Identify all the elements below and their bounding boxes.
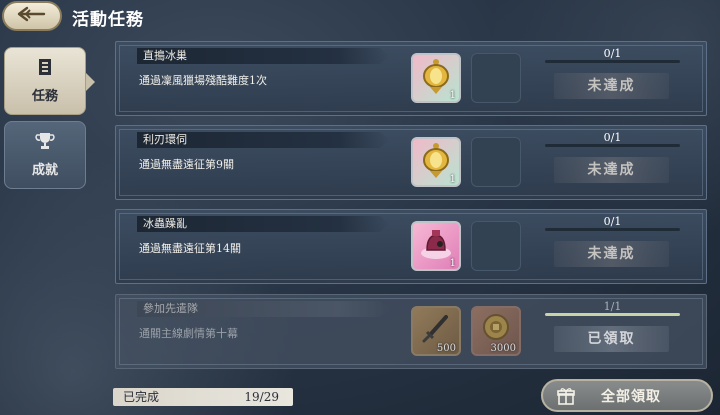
- golden-lantern-icon: [419, 141, 453, 183]
- claim-all-label: 全部領取: [601, 388, 661, 405]
- task-name: 參加先遣隊: [137, 301, 390, 317]
- task-row: 利刃環伺 通過無盡遠征第9關 1 0/1 未達成: [115, 125, 707, 200]
- task-name: 冰蟲躁亂: [137, 216, 390, 232]
- progress-text: 0/1: [603, 47, 622, 60]
- empty-reward-slot: [471, 221, 521, 271]
- progress-bar: [545, 313, 680, 316]
- reward-slot[interactable]: 1: [411, 221, 461, 271]
- completed-value: 19/29: [244, 390, 279, 404]
- empty-reward-slot: [471, 53, 521, 103]
- reward-quantity: 500: [436, 343, 456, 354]
- task-description: 通過凜風獵場殘酷難度1次: [139, 74, 267, 87]
- status-not-achieved: 未達成: [554, 157, 669, 183]
- back-arrow-icon: [17, 6, 47, 26]
- status-not-achieved: 未達成: [554, 73, 669, 99]
- reward-quantity: 1: [449, 174, 456, 185]
- task-row: 冰蟲躁亂 通過無盡遠征第14關 1 0/1 未達成: [115, 209, 707, 284]
- reward-slot[interactable]: 1: [411, 137, 461, 187]
- claim-all-button[interactable]: 全部領取: [541, 379, 713, 412]
- pink-pot-icon: [418, 226, 454, 266]
- reward-slot[interactable]: 500: [411, 306, 461, 356]
- task-scroll-icon: [37, 58, 53, 80]
- progress-bar: [545, 144, 680, 147]
- reward-slot[interactable]: 3000: [471, 306, 521, 356]
- golden-lantern-icon: [419, 57, 453, 99]
- task-row: 參加先遣隊 通關主線劇情第十幕 500 3000 1/1 已領取: [115, 294, 707, 369]
- tab-tasks[interactable]: 任務: [4, 47, 86, 115]
- task-name: 利刃環伺: [137, 132, 390, 148]
- completed-label: 已完成: [123, 390, 160, 404]
- task-name: 直搗冰巢: [137, 48, 390, 64]
- progress-fill: [545, 313, 680, 316]
- progress-bar: [545, 228, 680, 231]
- tab-achievements[interactable]: 成就: [4, 121, 86, 189]
- tab-achievements-label: 成就: [31, 163, 58, 178]
- task-row: 直搗冰巢 通過凜風獵場殘酷難度1次 1 0/1 未達成: [115, 41, 707, 116]
- progress-bar: [545, 60, 680, 63]
- reward-slot[interactable]: 1: [411, 53, 461, 103]
- reward-quantity: 1: [449, 90, 456, 101]
- task-description: 通過無盡遠征第14關: [139, 242, 241, 255]
- reward-quantity: 3000: [490, 343, 516, 354]
- gift-box-icon: [557, 387, 575, 409]
- completed-counter: 已完成 19/29: [113, 388, 293, 406]
- progress-text: 1/1: [603, 300, 622, 313]
- active-tab-pointer: [86, 73, 95, 91]
- empty-reward-slot: [471, 137, 521, 187]
- reward-quantity: 1: [449, 258, 456, 269]
- progress-text: 0/1: [603, 215, 622, 228]
- trophy-icon: [35, 132, 55, 154]
- task-description: 通關主線劇情第十幕: [139, 327, 238, 340]
- progress-text: 0/1: [603, 131, 622, 144]
- status-not-achieved: 未達成: [554, 241, 669, 267]
- task-description: 通過無盡遠征第9關: [139, 158, 234, 171]
- page-title: 活動任務: [72, 10, 144, 30]
- tab-tasks-label: 任務: [31, 89, 58, 104]
- back-button[interactable]: [2, 1, 62, 31]
- status-claimed: 已領取: [554, 326, 669, 352]
